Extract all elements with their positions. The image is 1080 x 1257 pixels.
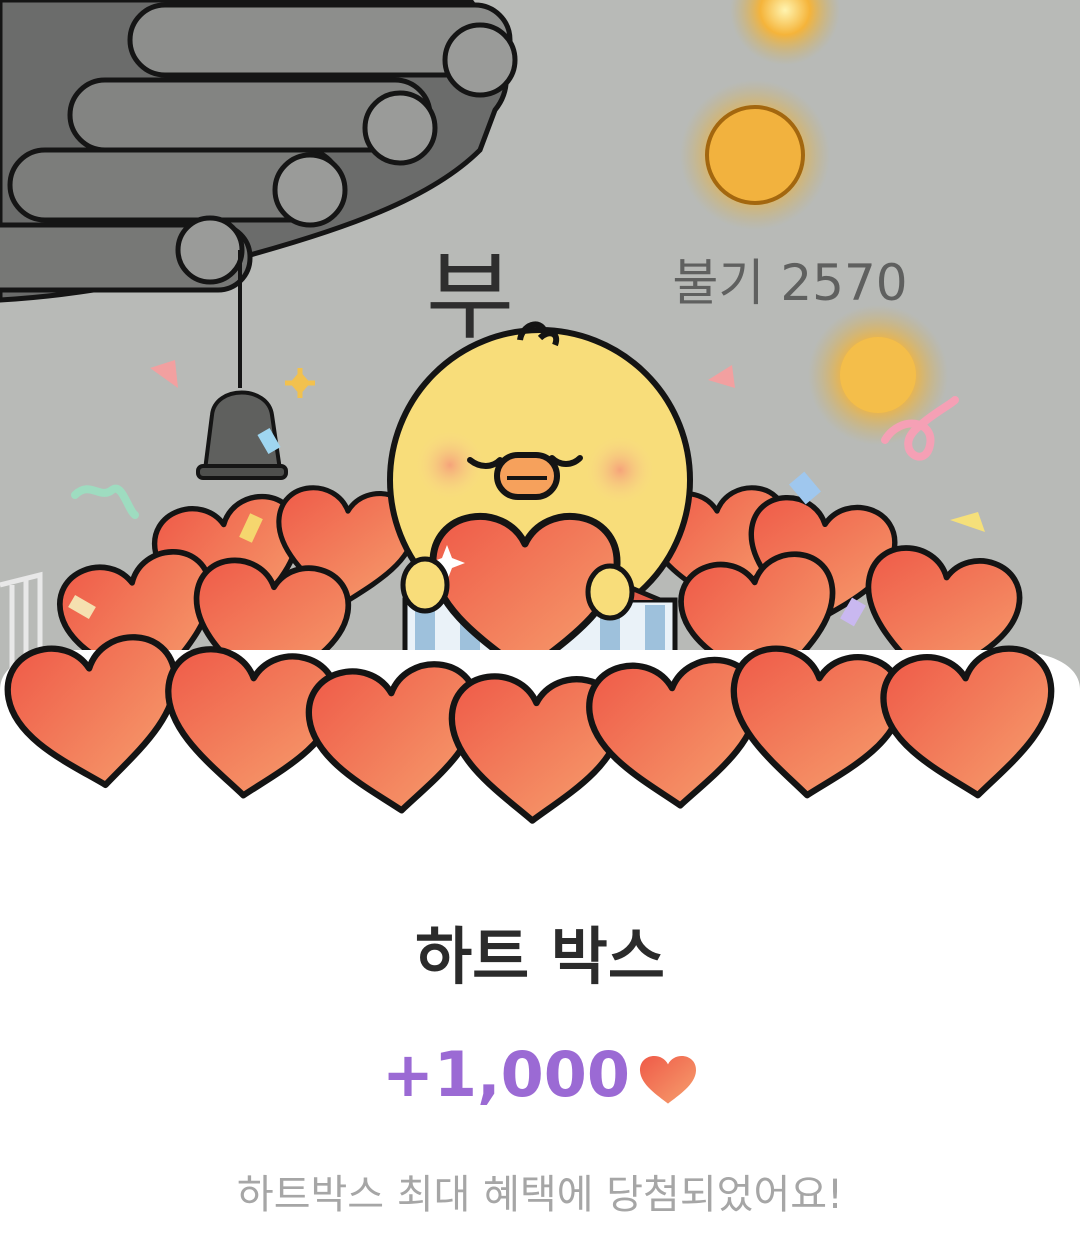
reward-amount: +1,000 [381,1038,631,1111]
background-caption: 불기 2570 [672,254,907,312]
heart-icon [640,1056,697,1104]
heart-box-illustration: 부 불기 2570 [0,0,1080,840]
reward-message: 하트박스 최대 혜택에 당첨되었어요! [236,1172,844,1218]
reward-amount-row: +1,000 [0,1035,1080,1115]
heart-box-screen: 부 불기 2570 하트 박스 +1,000 하트박스 최대 혜택에 당첨되었어… [0,0,1080,1257]
reward-title: 하트 박스 [415,920,665,993]
